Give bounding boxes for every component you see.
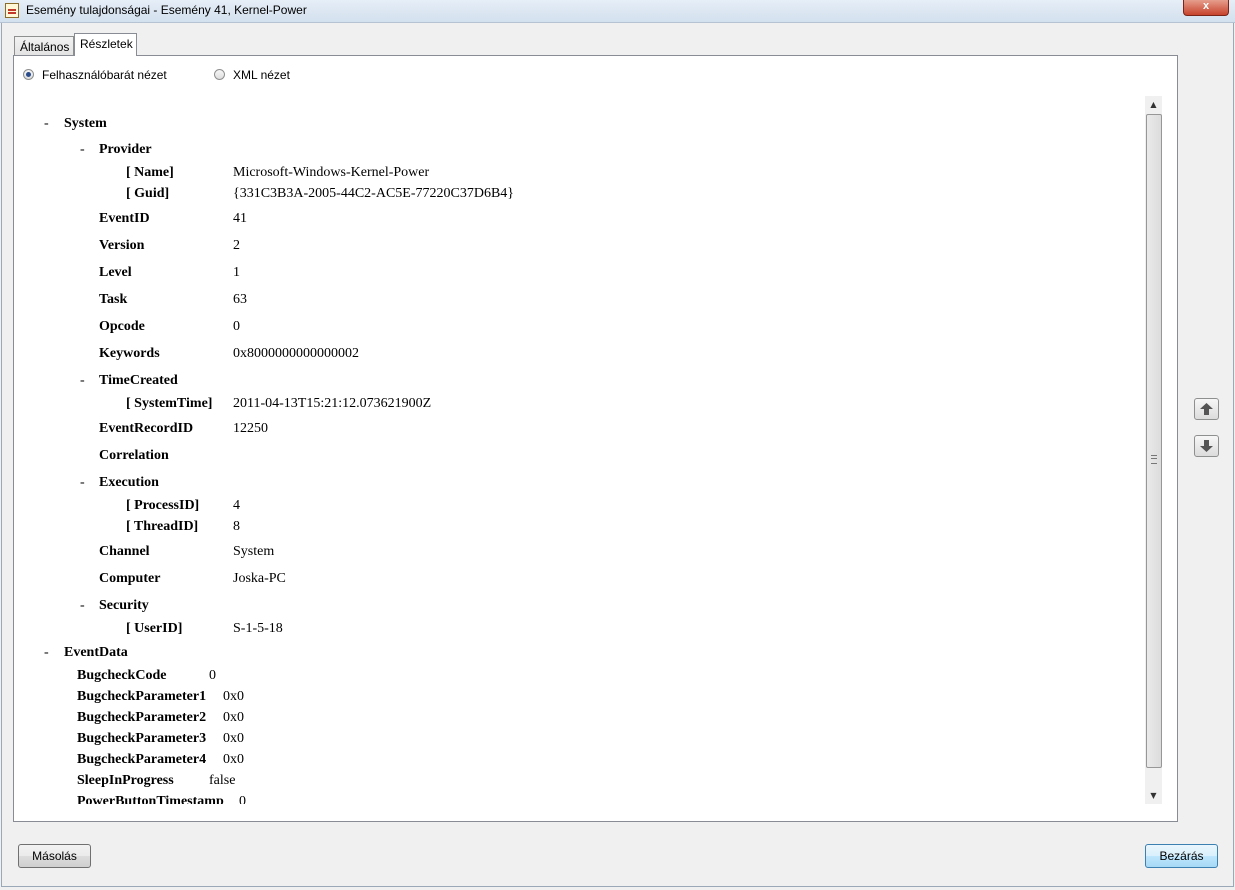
provider-guid-key: [ Guid] bbox=[126, 186, 170, 201]
window-title: Esemény tulajdonságai - Esemény 41, Kern… bbox=[26, 3, 307, 17]
scroll-up-arrow-icon[interactable]: ▲ bbox=[1145, 96, 1162, 113]
powerbutton-timestamp-key: PowerButtonTimestamp bbox=[77, 794, 224, 804]
bugcheck-param2-value: 0x0 bbox=[223, 710, 244, 725]
system-node: System bbox=[64, 116, 107, 131]
xml-view-label: XML nézet bbox=[233, 68, 290, 82]
keywords-value: 0x8000000000000002 bbox=[233, 346, 359, 361]
userid-value: S-1-5-18 bbox=[233, 621, 283, 636]
title-bar: Esemény tulajdonságai - Esemény 41, Kern… bbox=[0, 0, 1235, 23]
sleepinprogress-key: SleepInProgress bbox=[77, 773, 174, 788]
arrow-down-icon bbox=[1200, 440, 1213, 452]
collapse-execution-toggle[interactable]: - bbox=[80, 475, 85, 491]
powerbutton-timestamp-value: 0 bbox=[239, 794, 246, 804]
execution-node: Execution bbox=[99, 475, 159, 490]
vertical-scrollbar[interactable]: ▲ ▼ bbox=[1145, 96, 1162, 804]
bugcheck-param1-key: BugcheckParameter1 bbox=[77, 689, 207, 704]
event-details-view: - System - Provider [ Name] Microsoft-Wi… bbox=[32, 96, 1145, 804]
provider-name-value: Microsoft-Windows-Kernel-Power bbox=[233, 165, 430, 180]
radio-selected-icon bbox=[23, 69, 34, 80]
radio-unselected-icon bbox=[214, 69, 225, 80]
bugcheckcode-value: 0 bbox=[209, 668, 216, 683]
processid-value: 4 bbox=[233, 498, 240, 513]
threadid-value: 8 bbox=[233, 519, 240, 534]
event-properties-icon bbox=[5, 3, 19, 18]
collapse-provider-toggle[interactable]: - bbox=[80, 142, 85, 158]
level-key: Level bbox=[99, 265, 132, 280]
grip-icon bbox=[1151, 455, 1157, 464]
timecreated-node: TimeCreated bbox=[99, 373, 178, 388]
collapse-system-toggle[interactable]: - bbox=[44, 116, 49, 132]
copy-button[interactable]: Másolás bbox=[18, 844, 91, 868]
scrollbar-thumb[interactable] bbox=[1146, 114, 1162, 768]
close-button[interactable]: Bezárás bbox=[1145, 844, 1218, 868]
version-key: Version bbox=[99, 238, 145, 253]
provider-name-key: [ Name] bbox=[126, 165, 174, 180]
task-value: 63 bbox=[233, 292, 247, 307]
eventid-value: 41 bbox=[233, 211, 247, 226]
bugcheck-param1-value: 0x0 bbox=[223, 689, 244, 704]
processid-key: [ ProcessID] bbox=[126, 498, 200, 513]
recordid-value: 12250 bbox=[233, 421, 268, 436]
systemtime-key: [ SystemTime] bbox=[126, 396, 213, 411]
channel-value: System bbox=[233, 544, 275, 559]
collapse-timecreated-toggle[interactable]: - bbox=[80, 373, 85, 389]
task-key: Task bbox=[99, 292, 128, 307]
systemtime-value: 2011-04-13T15:21:12.073621900Z bbox=[233, 396, 432, 411]
security-node: Security bbox=[99, 598, 149, 613]
bugcheck-param3-key: BugcheckParameter3 bbox=[77, 731, 207, 746]
eventdata-node: EventData bbox=[64, 645, 128, 660]
correlation-key: Correlation bbox=[99, 448, 169, 463]
bugcheck-param2-key: BugcheckParameter2 bbox=[77, 710, 207, 725]
version-value: 2 bbox=[233, 238, 240, 253]
provider-node: Provider bbox=[99, 142, 152, 157]
close-window-button[interactable]: x bbox=[1183, 0, 1229, 16]
collapse-eventdata-toggle[interactable]: - bbox=[44, 645, 49, 661]
computer-key: Computer bbox=[99, 571, 161, 586]
bugcheck-param4-value: 0x0 bbox=[223, 752, 244, 767]
eventid-key: EventID bbox=[99, 211, 150, 226]
previous-event-button[interactable] bbox=[1194, 398, 1219, 420]
level-value: 1 bbox=[233, 265, 240, 280]
tab-details[interactable]: Részletek bbox=[74, 33, 137, 56]
scroll-down-arrow-icon[interactable]: ▼ bbox=[1145, 787, 1162, 804]
tab-general[interactable]: Általános bbox=[14, 36, 74, 55]
next-event-button[interactable] bbox=[1194, 435, 1219, 457]
channel-key: Channel bbox=[99, 544, 150, 559]
bugcheck-param3-value: 0x0 bbox=[223, 731, 244, 746]
threadid-key: [ ThreadID] bbox=[126, 519, 199, 534]
recordid-key: EventRecordID bbox=[99, 421, 194, 436]
userid-key: [ UserID] bbox=[126, 621, 183, 636]
friendly-view-label: Felhasználóbarát nézet bbox=[42, 68, 167, 82]
collapse-security-toggle[interactable]: - bbox=[80, 598, 85, 614]
arrow-up-icon bbox=[1200, 403, 1213, 415]
keywords-key: Keywords bbox=[99, 346, 160, 361]
provider-guid-value: {331C3B3A-2005-44C2-AC5E-77220C37D6B4} bbox=[233, 186, 514, 201]
opcode-key: Opcode bbox=[99, 319, 145, 334]
bugcheck-param4-key: BugcheckParameter4 bbox=[77, 752, 207, 767]
opcode-value: 0 bbox=[233, 319, 240, 334]
computer-value: Joska-PC bbox=[233, 571, 286, 586]
bugcheckcode-key: BugcheckCode bbox=[77, 668, 167, 683]
sleepinprogress-value: false bbox=[209, 773, 236, 788]
